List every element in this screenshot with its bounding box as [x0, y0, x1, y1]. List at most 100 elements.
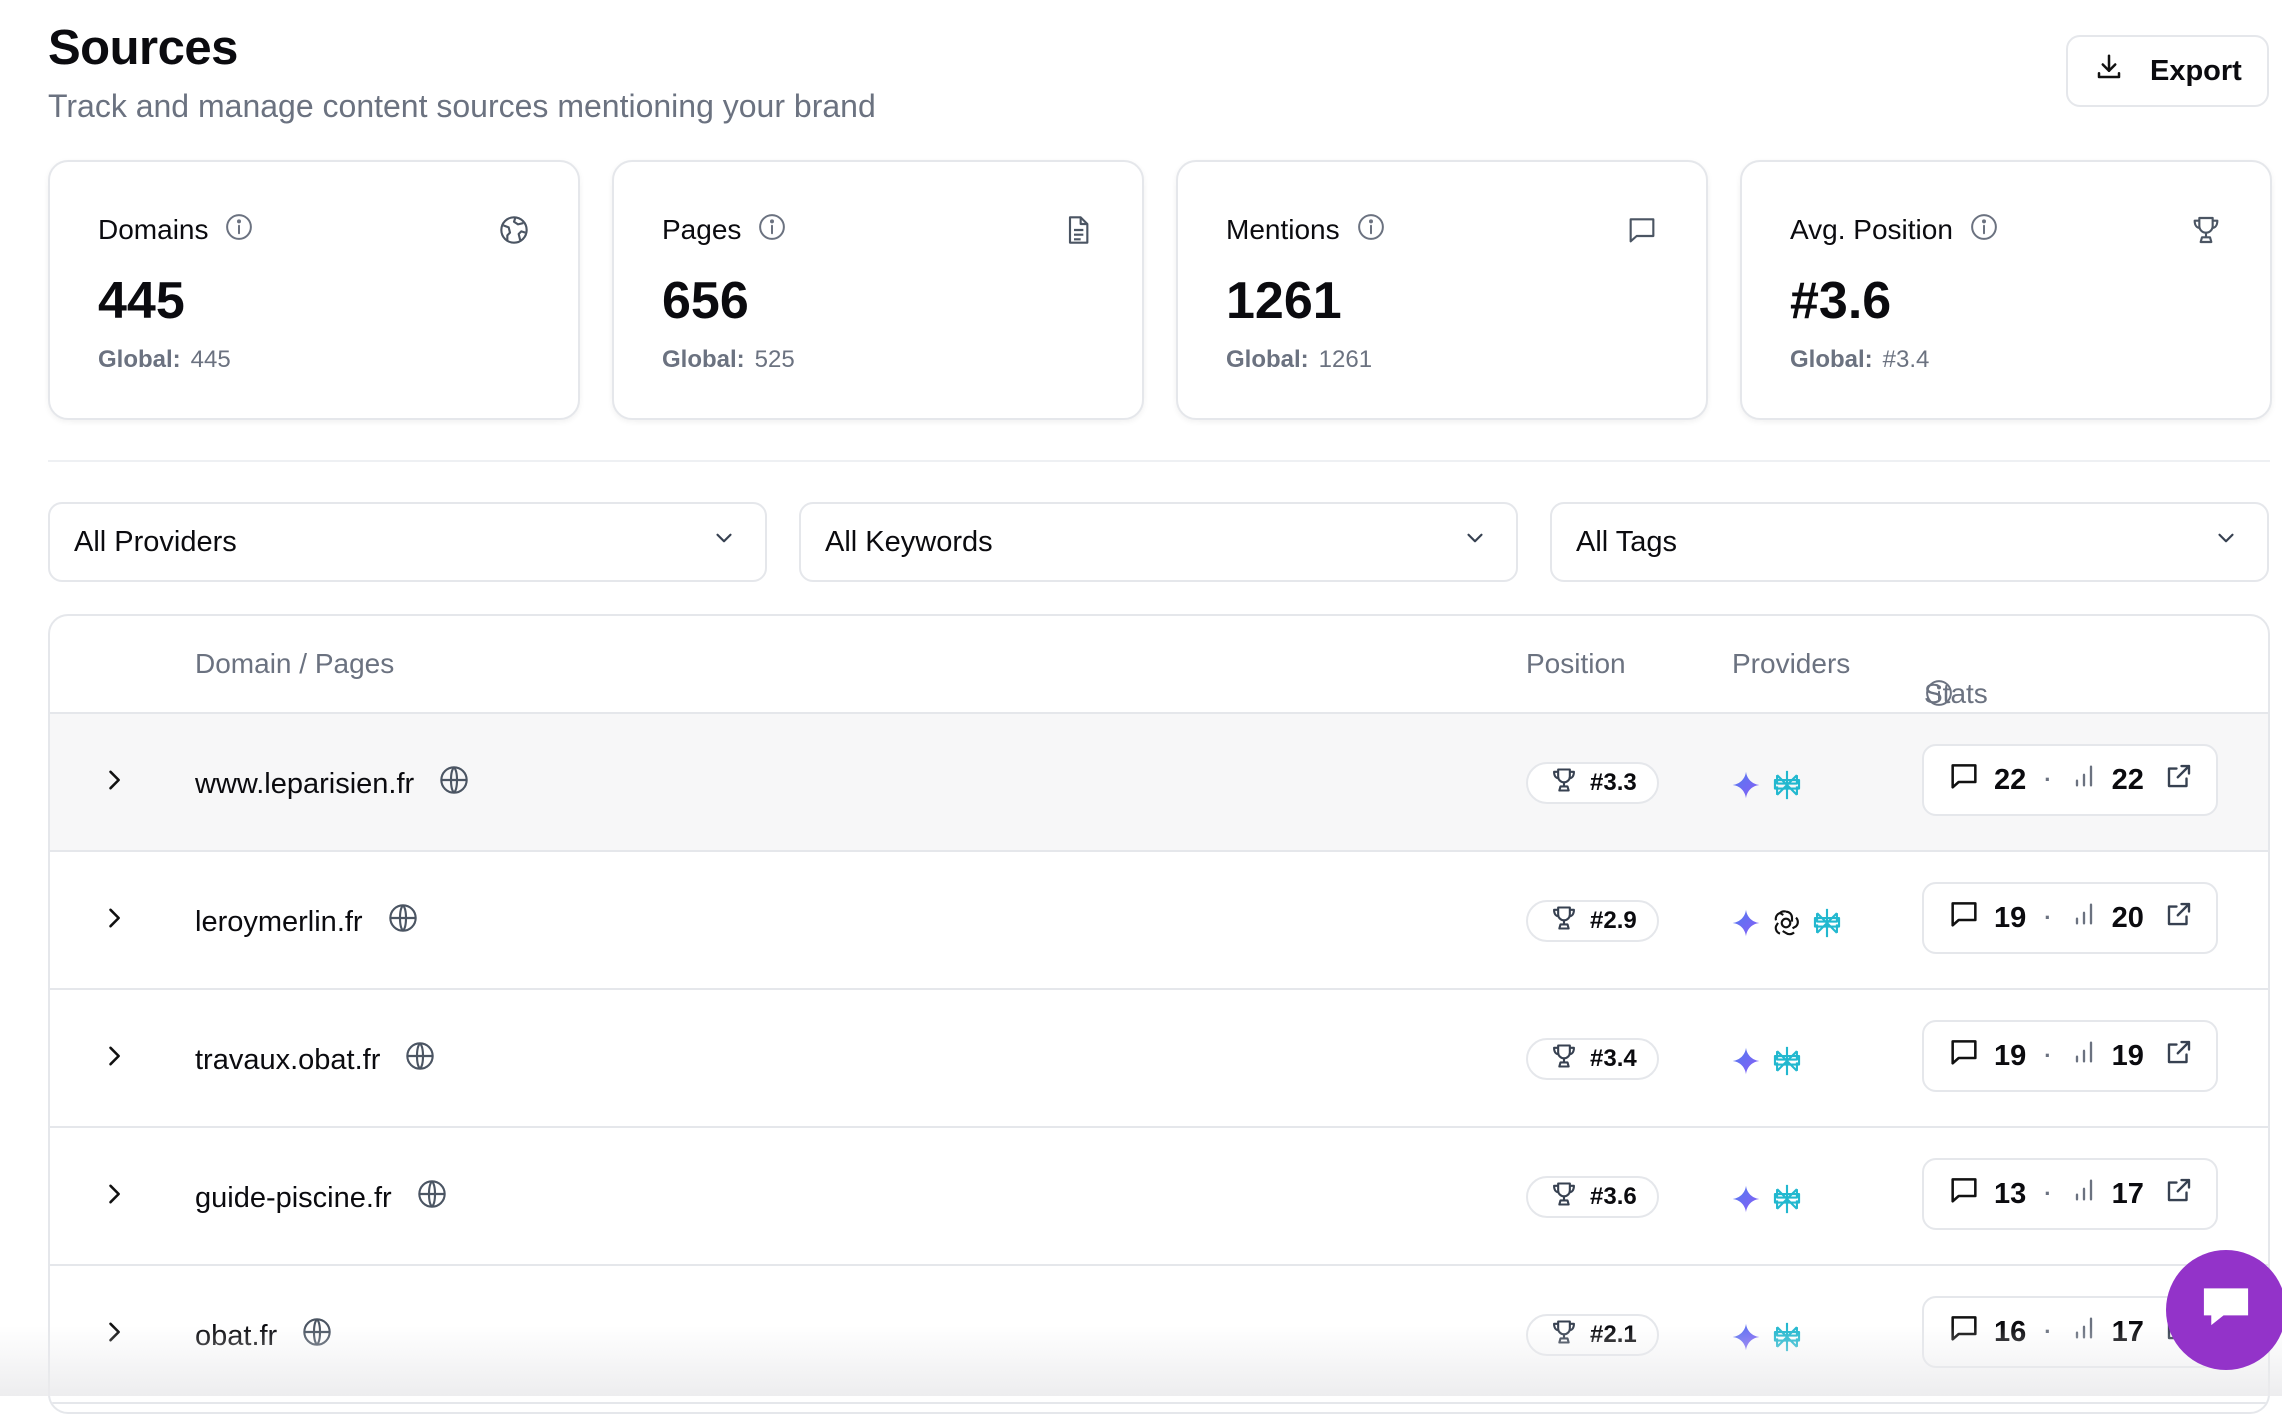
- globe-icon: [387, 902, 419, 942]
- message-icon: [1948, 898, 1980, 938]
- providers-cell: [1730, 906, 1844, 945]
- table-row[interactable]: leroymerlin.fr #2.9 19 · 20: [50, 852, 2268, 990]
- stats-cards: Domains 445 Global: 445 Pages 656 Global:…: [48, 160, 2272, 420]
- card-global: Global: 525: [662, 346, 795, 373]
- position-badge: #2.1: [1526, 1314, 1659, 1356]
- domain-cell: guide-piscine.fr: [195, 1178, 448, 1218]
- bar-chart-icon: [2070, 1176, 2098, 1212]
- mentions-card: Mentions 1261 Global: 1261: [1176, 160, 1708, 420]
- pages-card: Pages 656 Global: 525: [612, 160, 1144, 420]
- globe-icon: [416, 1178, 448, 1218]
- gemini-icon: [1730, 1321, 1762, 1358]
- position-badge: #3.4: [1526, 1038, 1659, 1080]
- card-value: 1261: [1226, 272, 1342, 330]
- openai-icon: [1770, 907, 1802, 944]
- info-icon[interactable]: [224, 212, 254, 249]
- separator-dot: ·: [2044, 1181, 2052, 1206]
- perplexity-icon: [1770, 1320, 1804, 1359]
- mentions-count: 22: [1994, 763, 2027, 796]
- info-icon[interactable]: [1969, 212, 1999, 249]
- gemini-icon: [1730, 1183, 1762, 1220]
- position-value: #3.6: [1590, 1183, 1637, 1210]
- message-square-icon: [1626, 214, 1658, 251]
- export-button[interactable]: Export: [2066, 35, 2269, 107]
- info-icon[interactable]: [1924, 678, 1954, 715]
- info-icon[interactable]: [1356, 212, 1386, 249]
- column-header-domain: Domain / Pages: [195, 648, 395, 679]
- message-icon: [1948, 1036, 1980, 1076]
- separator-dot: ·: [2044, 905, 2052, 930]
- page-title: Sources: [48, 21, 238, 75]
- domain-name[interactable]: leroymerlin.fr: [195, 906, 363, 939]
- separator-dot: ·: [2044, 767, 2052, 792]
- card-label: Domains: [98, 214, 209, 245]
- separator-dot: ·: [2044, 1319, 2052, 1344]
- views-count: 19: [2111, 1039, 2144, 1072]
- avg-position-card: Avg. Position #3.6 Global: #3.4: [1740, 160, 2272, 420]
- gemini-icon: [1730, 907, 1762, 944]
- globe-icon: [301, 1316, 333, 1356]
- external-link-icon[interactable]: [2164, 899, 2194, 937]
- bar-chart-icon: [2070, 1038, 2098, 1074]
- domains-card: Domains 445 Global: 445: [48, 160, 580, 420]
- table-row[interactable]: www.leparisien.fr #3.3 22 · 22: [50, 714, 2268, 852]
- stats-cell[interactable]: 22 · 22: [1922, 744, 2218, 816]
- providers-filter-select[interactable]: All Providers: [48, 502, 767, 582]
- message-icon: [1948, 1312, 1980, 1352]
- trophy-icon: [2190, 214, 2222, 251]
- chevron-right-icon[interactable]: [100, 766, 128, 799]
- chevron-right-icon[interactable]: [100, 1318, 128, 1351]
- card-label: Avg. Position: [1790, 214, 1953, 245]
- stats-cell[interactable]: 19 · 19: [1922, 1020, 2218, 1092]
- card-value: #3.6: [1790, 272, 1892, 330]
- position-value: #3.4: [1590, 1045, 1637, 1072]
- card-label: Pages: [662, 214, 742, 245]
- providers-cell: [1730, 1320, 1804, 1359]
- external-link-icon[interactable]: [2164, 761, 2194, 799]
- mentions-count: 19: [1994, 901, 2027, 934]
- external-link-icon[interactable]: [2164, 1175, 2194, 1213]
- domain-cell: obat.fr: [195, 1316, 333, 1356]
- trophy-icon: [1550, 904, 1578, 939]
- page-subtitle: Track and manage content sources mention…: [48, 88, 876, 124]
- gemini-icon: [1730, 1045, 1762, 1082]
- chat-widget-button[interactable]: [2166, 1250, 2282, 1370]
- position-badge: #2.9: [1526, 900, 1659, 942]
- card-label: Mentions: [1226, 214, 1340, 245]
- domain-name[interactable]: travaux.obat.fr: [195, 1044, 380, 1077]
- globe-icon: [438, 764, 470, 804]
- domain-name[interactable]: obat.fr: [195, 1320, 277, 1353]
- perplexity-icon: [1770, 1044, 1804, 1083]
- info-icon[interactable]: [757, 212, 787, 249]
- stats-cell[interactable]: 19 · 20: [1922, 882, 2218, 954]
- table-header: Domain / Pages Position Providers Stats: [50, 616, 2268, 714]
- separator-dot: ·: [2044, 1043, 2052, 1068]
- download-icon: [2094, 52, 2124, 90]
- table-row[interactable]: obat.fr #2.1 16 · 17: [50, 1266, 2268, 1404]
- table-row[interactable]: guide-piscine.fr #3.6 13 · 17: [50, 1128, 2268, 1266]
- position-value: #3.3: [1590, 769, 1637, 796]
- trophy-icon: [1550, 1042, 1578, 1077]
- chevron-down-icon: [711, 525, 737, 559]
- chevron-right-icon[interactable]: [100, 1180, 128, 1213]
- section-divider: [48, 460, 2270, 462]
- perplexity-icon: [1770, 768, 1804, 807]
- mentions-count: 13: [1994, 1177, 2027, 1210]
- tags-filter-select[interactable]: All Tags: [1550, 502, 2269, 582]
- external-link-icon[interactable]: [2164, 1037, 2194, 1075]
- column-header-providers: Providers: [1732, 648, 1851, 679]
- domain-name[interactable]: guide-piscine.fr: [195, 1182, 392, 1215]
- providers-cell: [1730, 768, 1804, 807]
- providers-cell: [1730, 1182, 1804, 1221]
- chevron-right-icon[interactable]: [100, 1042, 128, 1075]
- chevron-right-icon[interactable]: [100, 904, 128, 937]
- export-label: Export: [2150, 54, 2242, 87]
- domain-name[interactable]: www.leparisien.fr: [195, 768, 414, 801]
- keywords-filter-select[interactable]: All Keywords: [799, 502, 1518, 582]
- stats-cell[interactable]: 13 · 17: [1922, 1158, 2218, 1230]
- domain-cell: travaux.obat.fr: [195, 1040, 436, 1080]
- domain-cell: leroymerlin.fr: [195, 902, 419, 942]
- message-icon: [1948, 1174, 1980, 1214]
- table-row[interactable]: travaux.obat.fr #3.4 19 · 19: [50, 990, 2268, 1128]
- views-count: 22: [2111, 763, 2144, 796]
